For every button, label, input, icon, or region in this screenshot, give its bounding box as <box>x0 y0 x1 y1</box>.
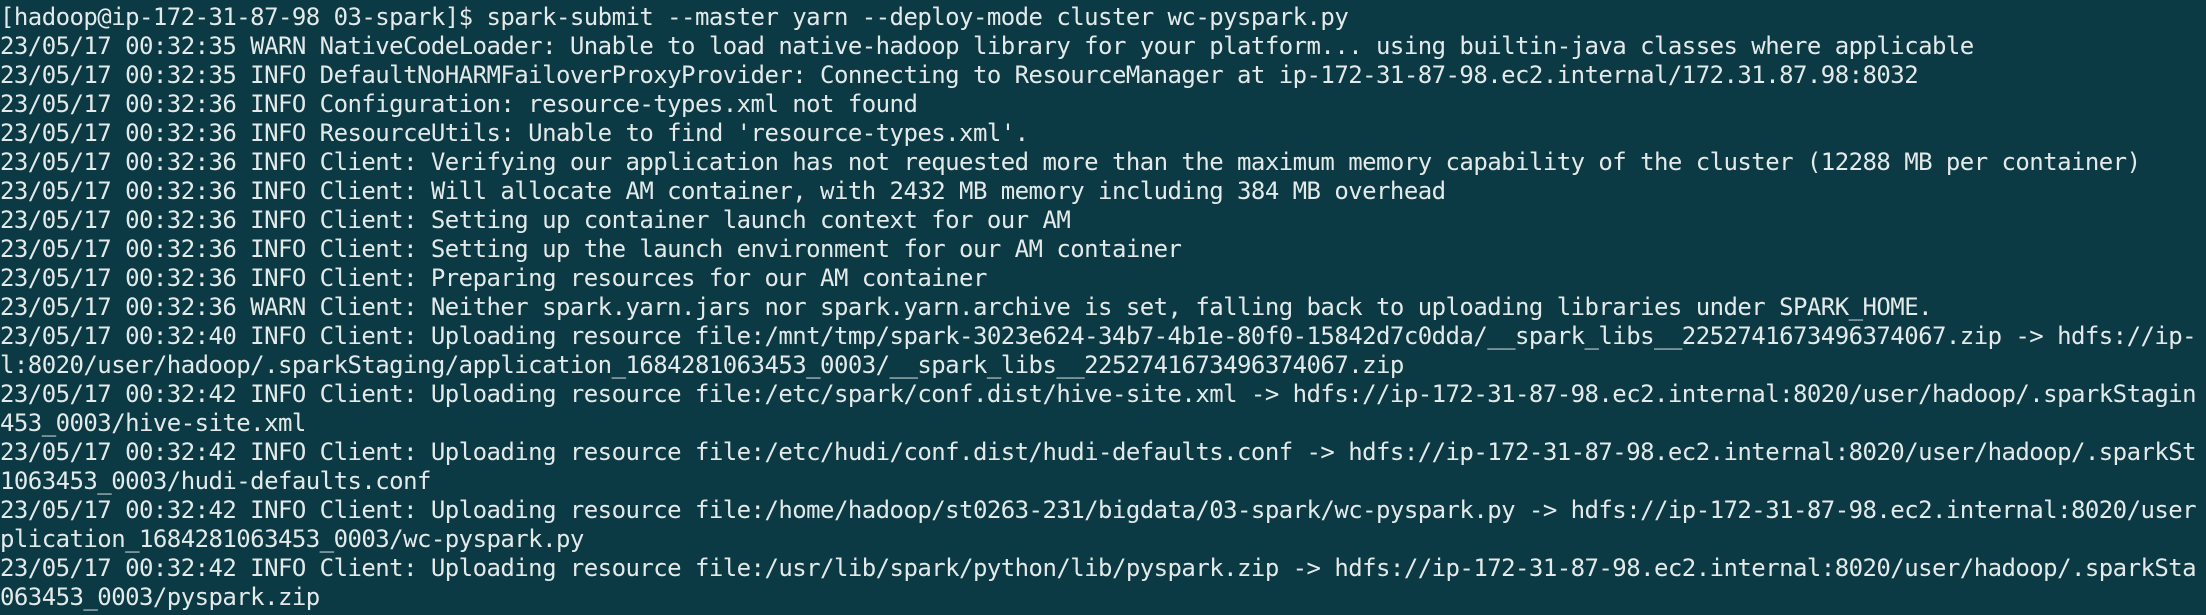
terminal-line: 453_0003/hive-site.xml <box>0 409 306 437</box>
terminal-line: 23/05/17 00:32:42 INFO Client: Uploading… <box>0 380 2197 408</box>
terminal-line: 23/05/17 00:32:42 INFO Client: Uploading… <box>0 496 2197 524</box>
terminal-line: 23/05/17 00:32:42 INFO Client: Uploading… <box>0 438 2197 466</box>
terminal-line: 1063453_0003/hudi-defaults.conf <box>0 467 431 495</box>
terminal-window[interactable]: [hadoop@ip-172-31-87-98 03-spark]$ spark… <box>0 0 2206 615</box>
terminal-line: 23/05/17 00:32:42 INFO Client: Uploading… <box>0 554 2197 582</box>
terminal-line: 23/05/17 00:32:36 INFO Client: Setting u… <box>0 206 1071 234</box>
terminal-line: 23/05/17 00:32:36 INFO Client: Setting u… <box>0 235 1182 263</box>
terminal-line: 23/05/17 00:32:40 INFO Client: Uploading… <box>0 322 2197 350</box>
terminal-line: 23/05/17 00:32:36 WARN Client: Neither s… <box>0 293 1933 321</box>
terminal-line: 23/05/17 00:32:36 INFO Client: Will allo… <box>0 177 1446 205</box>
terminal-line: 063453_0003/pyspark.zip <box>0 583 320 611</box>
terminal-line: 23/05/17 00:32:36 INFO Client: Verifying… <box>0 148 2141 176</box>
terminal-line: 23/05/17 00:32:36 INFO Client: Preparing… <box>0 264 987 292</box>
terminal-line: plication_1684281063453_0003/wc-pyspark.… <box>0 525 584 553</box>
terminal-line: 23/05/17 00:32:35 INFO DefaultNoHARMFail… <box>0 61 1919 89</box>
terminal-line-prompt: [hadoop@ip-172-31-87-98 03-spark]$ spark… <box>0 3 1349 31</box>
terminal-line: 23/05/17 00:32:35 WARN NativeCodeLoader:… <box>0 32 1974 60</box>
terminal-line: 23/05/17 00:32:36 INFO Configuration: re… <box>0 90 918 118</box>
terminal-line: l:8020/user/hadoop/.sparkStaging/applica… <box>0 351 1404 379</box>
terminal-line: 23/05/17 00:32:36 INFO ResourceUtils: Un… <box>0 119 1029 147</box>
